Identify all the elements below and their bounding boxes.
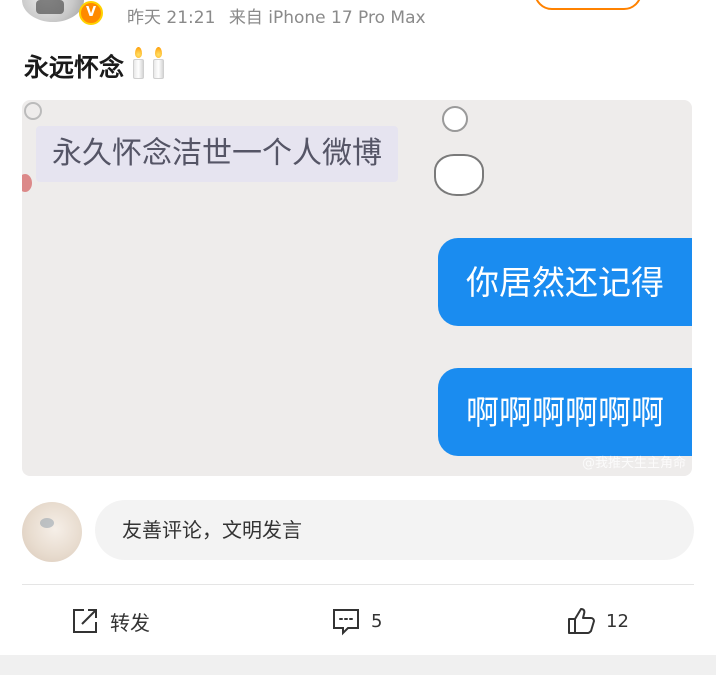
decoration-icon <box>22 174 32 192</box>
follow-button[interactable] <box>534 0 642 10</box>
chat-bubble-right: 啊啊啊啊啊啊 <box>438 368 692 456</box>
post-image[interactable]: 永久怀念洁世一个人微博 你居然还记得 啊啊啊啊啊啊 @我推天生主角命 <box>22 100 692 476</box>
chat-message-left: 永久怀念洁世一个人微博 <box>36 126 398 182</box>
post-time: 昨天 21:21 <box>127 8 216 28</box>
author-avatar[interactable] <box>22 0 84 22</box>
post-text: 永远怀念 <box>24 53 125 82</box>
chat-bubble-right: 你居然还记得 <box>438 238 692 326</box>
like-button[interactable]: 12 <box>566 604 629 638</box>
repost-label: 转发 <box>110 610 150 635</box>
post-meta: 昨天 21:21 来自 iPhone 17 Pro Max <box>127 3 434 28</box>
candle-icon <box>132 47 145 81</box>
bunny-sticker-icon <box>434 154 484 196</box>
comment-input[interactable]: 友善评论，文明发言 <box>95 500 694 560</box>
comment-count: 5 <box>371 610 383 632</box>
comment-row: 友善评论，文明发言 <box>0 500 716 562</box>
post-content: 永远怀念 <box>24 47 165 84</box>
divider <box>22 584 694 585</box>
verified-badge-icon: V <box>79 1 103 25</box>
comment-icon <box>333 609 359 636</box>
like-count: 12 <box>606 610 629 632</box>
action-bar: 转发 5 12 <box>0 598 716 648</box>
post-source: 来自 iPhone 17 Pro Max <box>228 8 426 28</box>
feed-separator <box>0 655 716 675</box>
comment-button[interactable]: 5 <box>331 604 382 638</box>
repost-icon <box>73 609 97 633</box>
candle-icon <box>152 47 165 81</box>
post-header: V 昨天 21:21 来自 iPhone 17 Pro Max <box>0 0 716 30</box>
repost-button[interactable]: 转发 <box>70 604 150 638</box>
user-avatar[interactable] <box>22 502 82 562</box>
image-watermark: @我推天生主角命 <box>581 456 686 471</box>
thumbs-up-icon <box>568 608 595 634</box>
decoration-icon <box>24 102 42 120</box>
flower-sticker-icon <box>442 106 468 132</box>
